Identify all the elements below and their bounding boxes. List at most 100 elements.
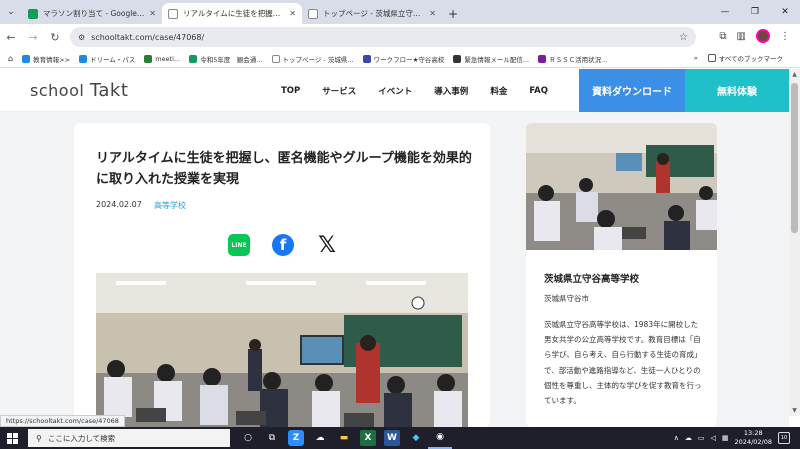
folder-icon (707, 54, 716, 62)
nav-top[interactable]: TOP (281, 86, 300, 96)
tray-overflow-icon[interactable]: ∧ (674, 434, 679, 442)
network-icon[interactable]: ▭ (698, 434, 705, 442)
bookmark-favicon-icon (189, 54, 198, 63)
menu-icon[interactable]: ⋮ (780, 31, 790, 42)
nav-pricing[interactable]: 料金 (490, 85, 507, 97)
bookmarks-right: » すべてのブックマーク (694, 53, 792, 63)
cloud-icon[interactable]: ☁ (685, 434, 692, 442)
forward-icon[interactable]: → (22, 31, 44, 44)
taskbar-search-input[interactable]: ⚲ ここに入力して検索 (28, 429, 230, 447)
bookmarks-overflow-icon[interactable]: » (694, 54, 698, 62)
back-icon[interactable]: ← (0, 31, 22, 44)
bookmark-item[interactable]: meeti... (144, 54, 180, 63)
bookmark-favicon-icon (78, 54, 87, 63)
bookmark-favicon-icon (271, 54, 280, 63)
scroll-down-icon[interactable]: ▼ (789, 407, 800, 414)
school-location: 茨城県守谷市 (544, 294, 589, 303)
bookmark-favicon-icon (538, 54, 547, 63)
new-tab-icon[interactable]: + (442, 3, 464, 24)
profile-avatar[interactable] (756, 29, 770, 43)
app-icon[interactable]: ◆ (404, 427, 428, 449)
word-icon[interactable]: W (384, 430, 400, 446)
excel-icon[interactable]: X (360, 430, 376, 446)
bookmark-star-icon[interactable]: ☆ (679, 32, 688, 43)
article-card: リアルタイムに生徒を把握し、匿名機能やグループ機能を効果的に取り入れた授業を実現… (74, 123, 490, 427)
zoom-app-icon[interactable]: Z (288, 430, 304, 446)
tab-school-top[interactable]: トップページ - 茨城県立守谷高等学 ✕ (302, 3, 442, 24)
free-trial-button[interactable]: 無料体験 (685, 69, 789, 112)
volume-icon[interactable]: ◁ (711, 434, 716, 442)
notification-center-icon[interactable]: 10 (778, 432, 790, 444)
cortana-icon[interactable]: ○ (236, 427, 260, 449)
window-controls: — ❐ ✕ (710, 0, 800, 24)
windows-start-icon[interactable] (0, 427, 24, 449)
reload-icon[interactable]: ↻ (44, 31, 66, 44)
url-text: schooltakt.com/case/47068/ (91, 32, 205, 42)
search-icon: ⚲ (36, 433, 42, 443)
global-nav: TOP サービス イベント 導入事例 料金 FAQ (270, 69, 559, 112)
weather-app-icon[interactable]: ☁ (308, 427, 332, 449)
article-category-link[interactable]: 高等学校 (154, 200, 186, 211)
clock-date: 2024/02/08 (734, 438, 772, 446)
tab-search-icon[interactable]: ⌄ (0, 0, 22, 24)
bookmark-favicon-icon (144, 54, 153, 63)
bookmark-item[interactable]: 令和5年度 観会通... (189, 54, 263, 64)
address-toolbar: ← → ↻ ⚙ schooltakt.com/case/47068/ ☆ ⧉ ▥… (0, 24, 800, 50)
close-tab-icon[interactable]: ✕ (429, 9, 436, 18)
url-bar[interactable]: ⚙ schooltakt.com/case/47068/ ☆ (70, 27, 696, 47)
bookmark-item[interactable]: トップページ - 茨城県... (271, 54, 354, 64)
clock[interactable]: 13:28 2024/02/08 (735, 429, 772, 447)
side-panel-icon[interactable]: ▥ (737, 31, 746, 42)
line-share-icon[interactable]: LINE (228, 234, 250, 256)
bookmark-item[interactable]: 緊急情報メール配信... (453, 54, 529, 64)
x-share-icon[interactable]: 𝕏 (316, 233, 338, 258)
ime-icon[interactable]: ▦ (722, 434, 729, 442)
task-view-icon[interactable]: ⧉ (260, 427, 284, 449)
extensions-icon[interactable]: ⧉ (719, 31, 726, 42)
school-name: 茨城県立守谷高等学校 (544, 274, 640, 285)
close-tab-icon[interactable]: ✕ (289, 9, 296, 18)
nav-service[interactable]: サービス (322, 85, 356, 97)
nav-faq[interactable]: FAQ (529, 86, 548, 96)
close-window-icon[interactable]: ✕ (770, 0, 800, 24)
share-buttons: LINE f 𝕏 (228, 233, 338, 258)
bookmark-item[interactable]: ワークフロー★守谷高校 (362, 54, 444, 64)
taskbar-apps: ○ ⧉ Z ☁ ▬ X W ◆ ◉ (236, 427, 452, 449)
toolbar-actions: ⧉ ▥ ⋮ (719, 29, 790, 43)
scrollbar-thumb[interactable] (791, 83, 798, 233)
download-docs-button[interactable]: 資料ダウンロード (579, 69, 685, 112)
site-logo[interactable]: school Takt (30, 80, 128, 101)
all-bookmarks[interactable]: すべてのブックマーク (707, 53, 783, 63)
close-tab-icon[interactable]: ✕ (149, 9, 156, 18)
tab-bar: ⌄ マラソン割り当て - Google スプレッ ✕ リアルタイムに生徒を把握し… (0, 0, 800, 24)
school-photo (526, 123, 717, 250)
restore-icon[interactable]: ❐ (740, 0, 770, 24)
nav-event[interactable]: イベント (378, 85, 412, 97)
minimize-icon[interactable]: — (710, 0, 740, 24)
schooltakt-favicon-icon (168, 8, 178, 19)
scroll-up-icon[interactable]: ▲ (789, 71, 800, 78)
tab-spreadsheet[interactable]: マラソン割り当て - Google スプレッ ✕ (22, 3, 162, 24)
page-scrollbar[interactable]: ▲ ▼ (789, 69, 800, 416)
apps-icon[interactable]: ⌂ (8, 54, 13, 63)
bookmarks-bar: ⌂ 教育情報>> ドリーム・パス meeti... 令和5年度 観会通... ト… (0, 50, 800, 68)
tab-title: トップページ - 茨城県立守谷高等学 (323, 9, 425, 18)
site-info-icon[interactable]: ⚙ (78, 33, 85, 42)
bookmark-item[interactable]: ＲＳＳＣ活用状況... (538, 54, 607, 64)
tab-title: マラソン割り当て - Google スプレッ (43, 9, 145, 18)
tab-article[interactable]: リアルタイムに生徒を把握し、匿名 ✕ (162, 3, 302, 24)
bookmark-favicon-icon (362, 54, 371, 63)
facebook-share-icon[interactable]: f (272, 234, 294, 256)
nav-cases[interactable]: 導入事例 (434, 85, 468, 97)
status-url: https://schooltakt.com/case/47068 (0, 415, 125, 427)
bookmark-favicon-icon (453, 54, 462, 63)
site-header: school Takt TOP サービス イベント 導入事例 料金 FAQ 資料… (0, 69, 789, 112)
tab-title: リアルタイムに生徒を把握し、匿名 (183, 9, 285, 18)
clock-time: 13:28 (743, 429, 763, 437)
bookmark-item[interactable]: 教育情報>> (22, 54, 70, 64)
chrome-icon[interactable]: ◉ (428, 427, 452, 449)
system-tray: ∧ ☁ ▭ ◁ ▦ 13:28 2024/02/08 10 (674, 427, 790, 449)
bookmark-item[interactable]: ドリーム・パス (78, 54, 135, 64)
article-date: 2024.02.07 (96, 200, 142, 209)
file-explorer-icon[interactable]: ▬ (332, 427, 356, 449)
